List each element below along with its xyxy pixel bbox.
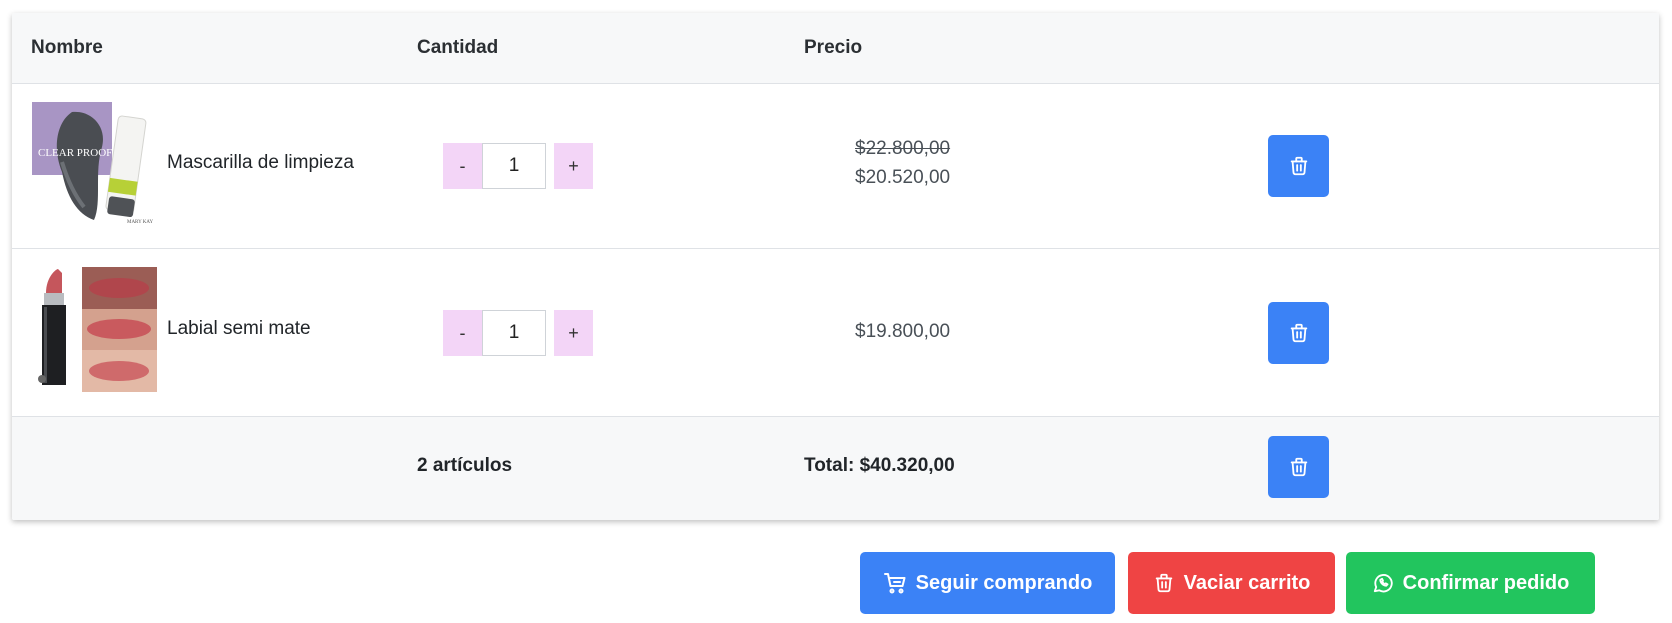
product-name: Labial semi mate xyxy=(167,318,311,339)
whatsapp-icon xyxy=(1373,574,1393,593)
decrease-quantity-button[interactable]: - xyxy=(443,310,482,356)
remove-item-button[interactable] xyxy=(1268,302,1329,364)
cart-icon xyxy=(883,573,906,594)
increase-quantity-button[interactable]: + xyxy=(554,143,593,189)
product-image-lipstick xyxy=(32,267,157,392)
header-price: Precio xyxy=(804,37,863,58)
product-image-mask: CLEAR PROOF MARY KAY xyxy=(32,102,157,227)
items-count: 2 artículos xyxy=(417,455,513,476)
mask-caption: CLEAR PROOF xyxy=(38,147,112,159)
mask-brand: MARY KAY xyxy=(127,220,154,225)
header-quantity: Cantidad xyxy=(417,37,499,58)
clear-all-button[interactable] xyxy=(1268,436,1329,498)
header-name: Nombre xyxy=(31,37,103,58)
table-row: CLEAR PROOF MARY KAY Mascarilla de limpi… xyxy=(12,84,1659,249)
discounted-price: $20.520,00 xyxy=(855,167,951,188)
trash-icon xyxy=(1290,323,1307,343)
table-row: Labial semi mate - 1 + $19.800,00 xyxy=(12,249,1659,417)
confirm-order-label: Confirmar pedido xyxy=(1402,571,1570,594)
product-price: $19.800,00 xyxy=(855,321,951,342)
quantity-stepper: - 1 + xyxy=(443,143,593,189)
trash-icon xyxy=(1290,457,1307,477)
trash-icon xyxy=(1155,573,1172,593)
empty-cart-button[interactable]: Vaciar carrito xyxy=(1128,552,1335,614)
original-price: $22.800,00 xyxy=(855,138,951,159)
table-header: Nombre Cantidad Precio xyxy=(12,13,1659,84)
cart-table: Nombre Cantidad Precio CLEAR PROOF MARY … xyxy=(12,13,1659,520)
quantity-stepper: - 1 + xyxy=(443,310,593,356)
confirm-order-button[interactable]: Confirmar pedido xyxy=(1346,552,1595,614)
continue-shopping-label: Seguir comprando xyxy=(915,571,1093,594)
remove-item-button[interactable] xyxy=(1268,135,1329,197)
quantity-input[interactable]: 1 xyxy=(482,310,546,356)
table-footer: 2 artículos Total: $40.320,00 xyxy=(12,417,1659,520)
continue-shopping-button[interactable]: Seguir comprando xyxy=(860,552,1115,614)
increase-quantity-button[interactable]: + xyxy=(554,310,593,356)
product-name: Mascarilla de limpieza xyxy=(167,152,354,173)
empty-cart-label: Vaciar carrito xyxy=(1183,571,1311,594)
quantity-input[interactable]: 1 xyxy=(482,143,546,189)
decrease-quantity-button[interactable]: - xyxy=(443,143,482,189)
cart-total: Total: $40.320,00 xyxy=(804,455,955,476)
trash-icon xyxy=(1290,156,1307,176)
